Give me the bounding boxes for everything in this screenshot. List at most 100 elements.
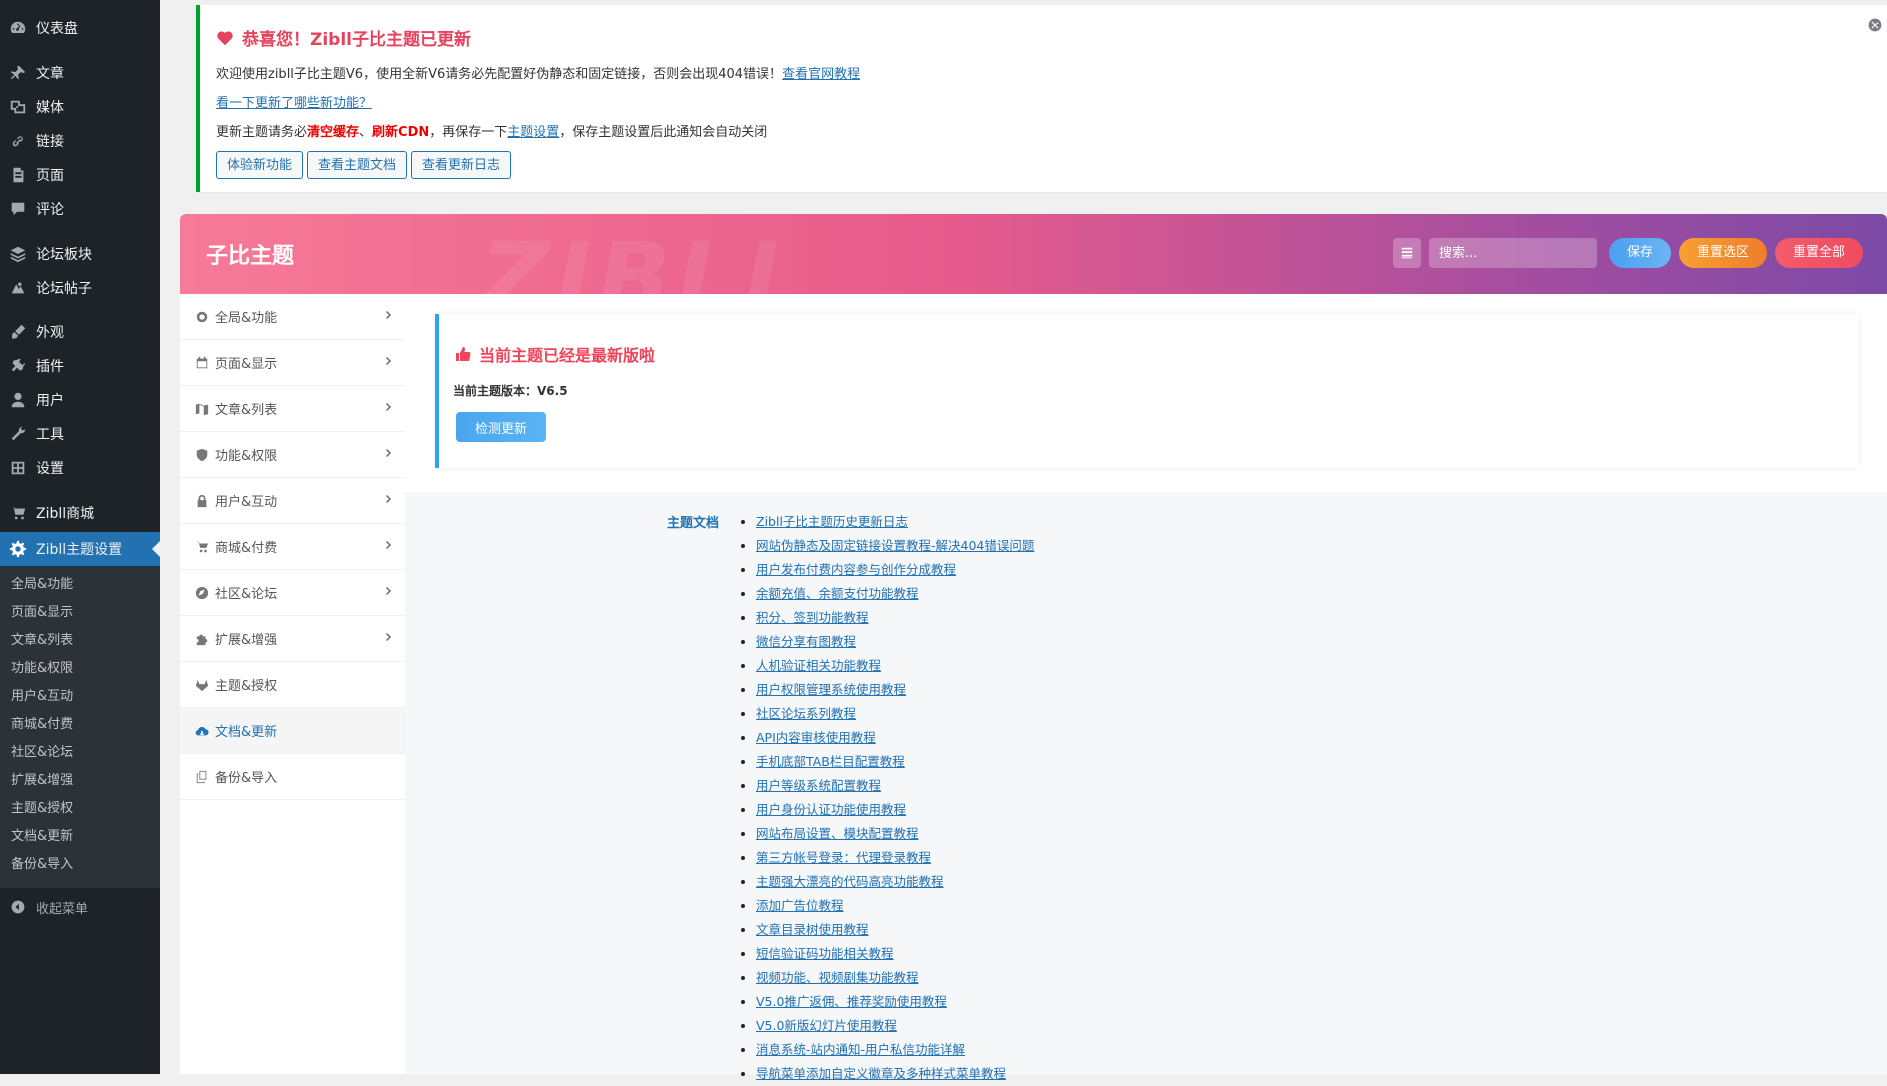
nav-item-docs-update[interactable]: 文档&更新 <box>180 708 405 754</box>
submenu-item[interactable]: 主题&授权 <box>11 798 73 820</box>
view-changelog-button[interactable]: 查看更新日志 <box>411 151 512 179</box>
gitlab-icon <box>195 678 209 692</box>
submenu-item[interactable]: 文章&列表 <box>11 630 73 652</box>
nav-item-permissions[interactable]: 功能&权限 <box>180 432 405 478</box>
nav-item-shop[interactable]: 商城&付费 <box>180 524 405 570</box>
notice-line-1-text: 欢迎使用zibll子比主题V6，使用全新V6请务必先配置好伪静态和固定链接，否则… <box>216 67 783 82</box>
doc-link[interactable]: 用户权限管理系统使用教程 <box>756 682 906 697</box>
notice-line-3: 更新主题请务必清空缓存、刷新CDN，再保存一下主题设置，保存主题设置后此通知会自… <box>216 121 767 140</box>
doc-list-item: 添加广告位教程 <box>756 894 1034 918</box>
submenu-item[interactable]: 全局&功能 <box>11 574 73 596</box>
doc-link[interactable]: 余额充值、余额支付功能教程 <box>756 586 919 601</box>
sidebar-item-zibll-settings[interactable]: Zibll主题设置 <box>0 532 160 566</box>
latest-version-box: 当前主题已经是最新版啦 当前主题版本：V6.5 检测更新 <box>435 314 1859 468</box>
submenu-item[interactable]: 页面&显示 <box>11 602 73 624</box>
try-new-features-button[interactable]: 体验新功能 <box>216 151 304 179</box>
submenu-item[interactable]: 社区&论坛 <box>11 742 73 764</box>
check-update-button[interactable]: 检测更新 <box>456 412 547 442</box>
doc-list-item: 主题强大漂亮的代码高亮功能教程 <box>756 870 1034 894</box>
sidebar-item-label: Zibll商城 <box>36 506 95 522</box>
doc-link[interactable]: 短信验证码功能相关教程 <box>756 946 894 961</box>
doc-link[interactable]: 网站伪静态及固定链接设置教程-解决404错误问题 <box>756 538 1034 553</box>
doc-link[interactable]: 用户身份认证功能使用教程 <box>756 802 906 817</box>
doc-link[interactable]: 社区论坛系列教程 <box>756 706 856 721</box>
sidebar-item-tools[interactable]: 工具 <box>0 417 160 451</box>
theme-settings-link[interactable]: 主题设置 <box>507 125 559 140</box>
reset-all-button[interactable]: 重置全部 <box>1774 238 1863 268</box>
nav-item-forum[interactable]: 社区&论坛 <box>180 570 405 616</box>
collapse-menu-button[interactable]: 收起菜单 <box>0 892 160 922</box>
gear-icon <box>0 540 36 558</box>
sidebar-item-zibll-shop[interactable]: Zibll商城 <box>0 496 160 530</box>
nav-item-posts[interactable]: 文章&列表 <box>180 386 405 432</box>
submenu-item[interactable]: 扩展&增强 <box>11 770 73 792</box>
save-button[interactable]: 保存 <box>1608 238 1671 268</box>
doc-link[interactable]: 网站布局设置、模块配置教程 <box>756 826 919 841</box>
sidebar-item-forum-boards[interactable]: 论坛板块 <box>0 237 160 271</box>
doc-link[interactable]: 积分、签到功能教程 <box>756 610 869 625</box>
user-icon <box>0 391 36 409</box>
latest-version-title: 当前主题已经是最新版啦 <box>455 342 655 366</box>
doc-link[interactable]: Zibll子比主题历史更新日志 <box>756 514 908 529</box>
doc-link[interactable]: 手机底部TAB栏目配置教程 <box>756 754 905 769</box>
doc-link[interactable]: 微信分享有图教程 <box>756 634 856 649</box>
sidebar-item-pages[interactable]: 页面 <box>0 158 160 192</box>
submenu-item[interactable]: 功能&权限 <box>11 658 73 680</box>
forum-post-icon <box>0 279 36 297</box>
link-icon <box>0 132 36 150</box>
options-nav: 全局&功能 页面&显示 文章&列表 功能&权限 用户&互动 商城&付费 社区&论… <box>180 294 405 1074</box>
nav-item-label: 文档&更新 <box>215 725 278 740</box>
dismiss-notice-button[interactable] <box>1867 17 1883 33</box>
doc-link[interactable]: 用户等级系统配置教程 <box>756 778 881 793</box>
doc-link[interactable]: 用户发布付费内容参与创作分成教程 <box>756 562 956 577</box>
doc-list-item: 用户发布付费内容参与创作分成教程 <box>756 558 1034 582</box>
doc-link[interactable]: 消息系统-站内通知-用户私信功能详解 <box>756 1042 965 1057</box>
notice-text: 更新主题请务必 <box>216 125 308 140</box>
sidebar-item-label: 外观 <box>36 325 64 341</box>
sidebar-item-comments[interactable]: 评论 <box>0 192 160 226</box>
sidebar-item-users[interactable]: 用户 <box>0 383 160 417</box>
nav-item-license[interactable]: 主题&授权 <box>180 662 405 708</box>
nav-item-global[interactable]: 全局&功能 <box>180 294 405 340</box>
doc-link[interactable]: 人机验证相关功能教程 <box>756 658 881 673</box>
doc-link[interactable]: 文章目录树使用教程 <box>756 922 869 937</box>
expand-all-button[interactable] <box>1392 238 1421 268</box>
notice-text: ，保存主题设置后此通知会自动关闭 <box>559 125 768 140</box>
docs-label: 主题文档 <box>667 516 720 531</box>
chevron-right-icon <box>383 355 395 367</box>
sidebar-item-links[interactable]: 链接 <box>0 124 160 158</box>
doc-link[interactable]: V5.0推广返佣、推荐奖励使用教程 <box>756 994 947 1009</box>
official-tutorial-link[interactable]: 查看官网教程 <box>782 67 860 82</box>
doc-list-item: 用户身份认证功能使用教程 <box>756 798 1034 822</box>
nav-item-pages[interactable]: 页面&显示 <box>180 340 405 386</box>
view-docs-button[interactable]: 查看主题文档 <box>307 151 408 179</box>
doc-link[interactable]: V5.0新版幻灯片使用教程 <box>756 1018 897 1033</box>
doc-link[interactable]: API内容审核使用教程 <box>756 730 876 745</box>
submenu-item[interactable]: 文档&更新 <box>11 826 73 848</box>
doc-link[interactable]: 视频功能、视频剧集功能教程 <box>756 970 919 985</box>
options-search-input[interactable] <box>1428 238 1597 268</box>
doc-link[interactable]: 主题强大漂亮的代码高亮功能教程 <box>756 874 944 889</box>
sidebar-item-plugins[interactable]: 插件 <box>0 349 160 383</box>
nav-item-users[interactable]: 用户&互动 <box>180 478 405 524</box>
doc-link[interactable]: 第三方帐号登录：代理登录教程 <box>756 850 931 865</box>
map-icon <box>195 402 209 416</box>
sidebar-item-forum-posts[interactable]: 论坛帖子 <box>0 271 160 305</box>
nav-item-label: 功能&权限 <box>215 449 278 464</box>
sidebar-item-media[interactable]: 媒体 <box>0 90 160 124</box>
sidebar-item-appearance[interactable]: 外观 <box>0 315 160 349</box>
reset-section-button[interactable]: 重置选区 <box>1678 238 1767 268</box>
submenu-item[interactable]: 用户&互动 <box>11 686 73 708</box>
submenu-item[interactable]: 备份&导入 <box>11 854 73 876</box>
calendar-icon <box>195 356 209 370</box>
sidebar-item-settings[interactable]: 设置 <box>0 451 160 485</box>
submenu-item[interactable]: 商城&付费 <box>11 714 73 736</box>
sidebar-item-dashboard[interactable]: 仪表盘 <box>0 11 160 45</box>
doc-link[interactable]: 添加广告位教程 <box>756 898 844 913</box>
notice-text: 、 <box>359 125 373 140</box>
nav-item-backup[interactable]: 备份&导入 <box>180 754 405 800</box>
new-features-link[interactable]: 看一下更新了哪些新功能？ <box>216 96 372 111</box>
sidebar-item-posts[interactable]: 文章 <box>0 56 160 90</box>
nav-item-extend[interactable]: 扩展&增强 <box>180 616 405 662</box>
sidebar-item-label: 页面 <box>36 168 64 184</box>
